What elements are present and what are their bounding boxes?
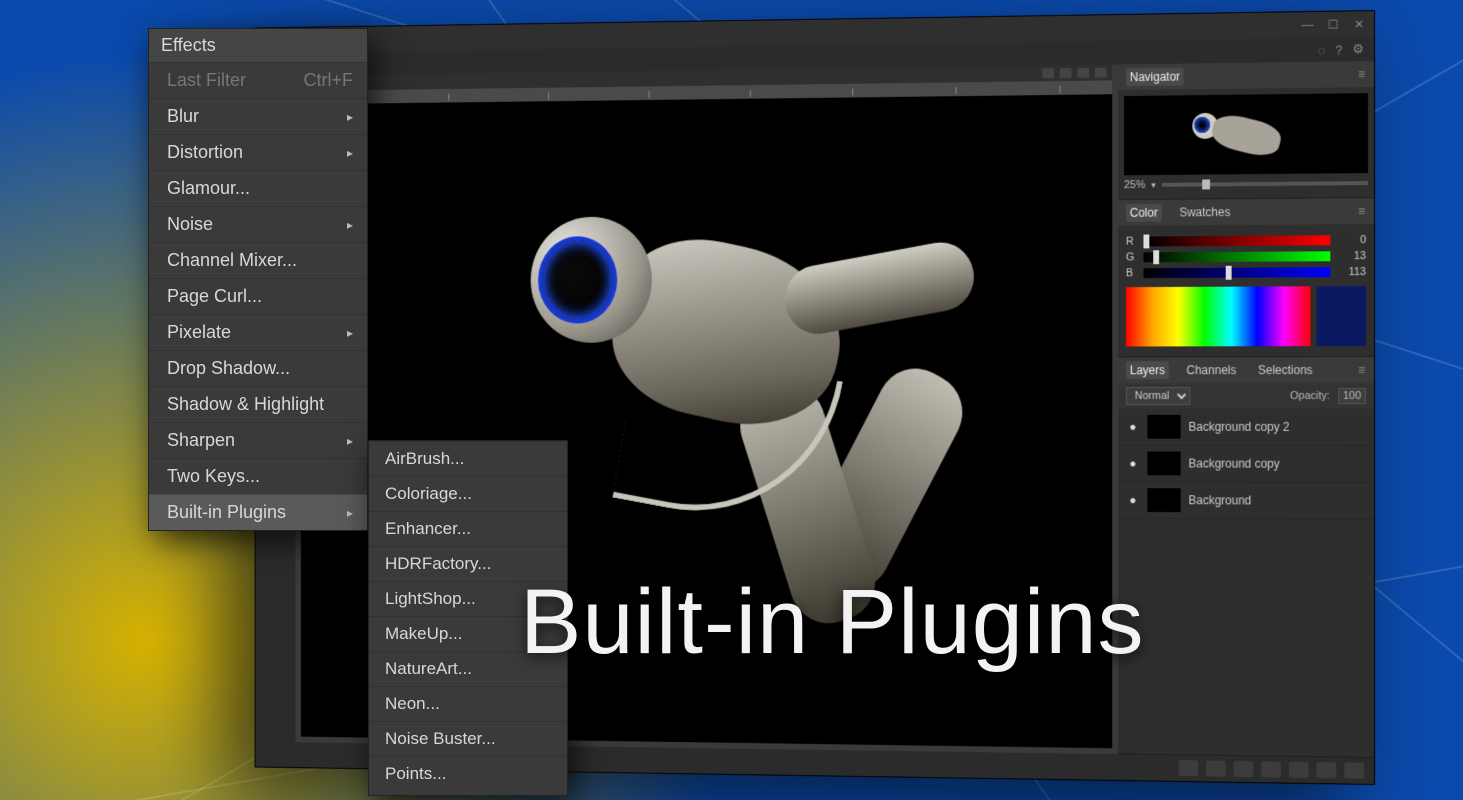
settings-icon[interactable]: ⚙ [1352,41,1364,57]
navigator-panel: Navigator ≡ 25% ▾ [1118,61,1374,200]
statusbar-button[interactable] [1344,763,1364,779]
layer-visibility-icon[interactable]: ● [1126,456,1140,470]
layer-row[interactable]: ● Background copy 2 [1118,409,1374,446]
navigator-zoom-value: 25% [1124,179,1145,191]
submenu-item-neon[interactable]: Neon... [369,686,567,721]
menu-item-blur[interactable]: Blur▸ [149,98,367,134]
right-panel-dock: Navigator ≡ 25% ▾ [1118,61,1374,758]
layer-thumbnail [1147,451,1180,475]
window-minimize-button[interactable]: — [1301,18,1315,32]
submenu-arrow-icon: ▸ [347,506,353,520]
layer-thumbnail [1147,415,1180,439]
submenu-item-points[interactable]: Points... [369,756,567,791]
color-r-label: R [1126,236,1136,248]
submenu-item-noise-buster[interactable]: Noise Buster... [369,721,567,756]
menu-item-distortion[interactable]: Distortion▸ [149,134,367,170]
menu-item-page-curl[interactable]: Page Curl... [149,278,367,314]
opacity-label: Opacity: [1290,390,1330,402]
statusbar-button[interactable] [1316,762,1336,778]
layers-panel: Layers Channels Selections ≡ Normal Opac… [1118,357,1374,758]
effects-menu: Effects Last Filter Ctrl+F Blur▸ Distort… [148,28,368,531]
color-b-label: B [1126,267,1136,279]
overlay-caption: Built-in Plugins [520,570,1145,675]
layer-thumbnail [1147,488,1180,512]
menu-item-two-keys[interactable]: Two Keys... [149,458,367,494]
menu-item-noise[interactable]: Noise▸ [149,206,367,242]
layer-name: Background copy 2 [1188,420,1289,434]
selections-tab[interactable]: Selections [1254,361,1317,379]
menu-item-shadow-highlight[interactable]: Shadow & Highlight [149,386,367,422]
color-b-slider[interactable] [1143,267,1330,278]
statusbar-button[interactable] [1289,762,1309,778]
doc-info-icon[interactable] [1077,68,1089,78]
color-r-slider[interactable] [1143,235,1330,246]
menu-item-pixelate[interactable]: Pixelate▸ [149,314,367,350]
submenu-item-coloriage[interactable]: Coloriage... [369,476,567,511]
doc-info-icon[interactable] [1095,68,1107,78]
submenu-arrow-icon: ▸ [347,110,353,124]
window-close-button[interactable]: ✕ [1352,17,1366,31]
submenu-item-enhancer[interactable]: Enhancer... [369,511,567,546]
shortcut-label: Ctrl+F [304,70,354,91]
statusbar-button[interactable] [1206,761,1226,777]
color-b-value[interactable]: 113 [1338,266,1366,278]
color-panel: Color Swatches ≡ R 0 G 13 [1118,198,1374,357]
layer-visibility-icon[interactable]: ● [1126,493,1140,507]
blend-mode-select[interactable]: Normal [1126,387,1190,405]
statusbar-button[interactable] [1234,761,1254,777]
submenu-item-airbrush[interactable]: AirBrush... [369,441,567,476]
navigator-zoom-slider[interactable] [1162,181,1368,187]
layers-tab[interactable]: Layers [1126,361,1169,379]
navigator-tab[interactable]: Navigator [1126,68,1184,87]
chevron-down-icon[interactable]: ▾ [1151,179,1155,190]
color-spectrum[interactable] [1126,286,1311,346]
layer-row[interactable]: ● Background [1118,482,1374,520]
menu-item-last-filter: Last Filter Ctrl+F [149,62,367,98]
swatches-tab[interactable]: Swatches [1175,203,1234,221]
navigator-thumbnail[interactable] [1124,93,1368,175]
channels-tab[interactable]: Channels [1183,361,1241,379]
submenu-arrow-icon: ▸ [347,434,353,448]
submenu-arrow-icon: ▸ [347,326,353,340]
layer-visibility-icon[interactable]: ● [1126,420,1140,434]
color-r-value[interactable]: 0 [1338,234,1366,246]
panel-menu-icon[interactable]: ≡ [1358,363,1366,377]
statusbar-button[interactable] [1261,761,1281,777]
menu-item-channel-mixer[interactable]: Channel Mixer... [149,242,367,278]
color-g-value[interactable]: 13 [1338,250,1366,262]
panel-menu-icon[interactable]: ≡ [1358,204,1366,218]
submenu-arrow-icon: ▸ [347,146,353,160]
layer-row[interactable]: ● Background copy [1118,445,1374,483]
current-color-swatch[interactable] [1316,286,1366,346]
menu-item-sharpen[interactable]: Sharpen▸ [149,422,367,458]
panel-menu-icon[interactable]: ≡ [1358,67,1366,81]
doc-info-icon[interactable] [1042,68,1054,78]
menu-item-glamour[interactable]: Glamour... [149,170,367,206]
doc-info-icon[interactable] [1060,68,1072,78]
layer-name: Background [1188,493,1251,507]
menu-item-drop-shadow[interactable]: Drop Shadow... [149,350,367,386]
window-maximize-button[interactable]: ☐ [1326,18,1340,32]
cloud-icon[interactable]: ◌ [1318,42,1326,57]
menu-item-builtin-plugins[interactable]: Built-in Plugins▸ [149,494,367,530]
opacity-value[interactable]: 100 [1338,388,1366,404]
effects-menu-title: Effects [149,29,367,62]
color-tab[interactable]: Color [1126,204,1162,222]
effects-menu-title-label: Effects [161,35,216,56]
help-icon[interactable]: ? [1335,42,1342,57]
statusbar-button[interactable] [1179,760,1199,776]
color-g-label: G [1126,251,1136,263]
layer-name: Background copy [1188,457,1279,471]
color-g-slider[interactable] [1143,251,1330,262]
submenu-arrow-icon: ▸ [347,218,353,232]
